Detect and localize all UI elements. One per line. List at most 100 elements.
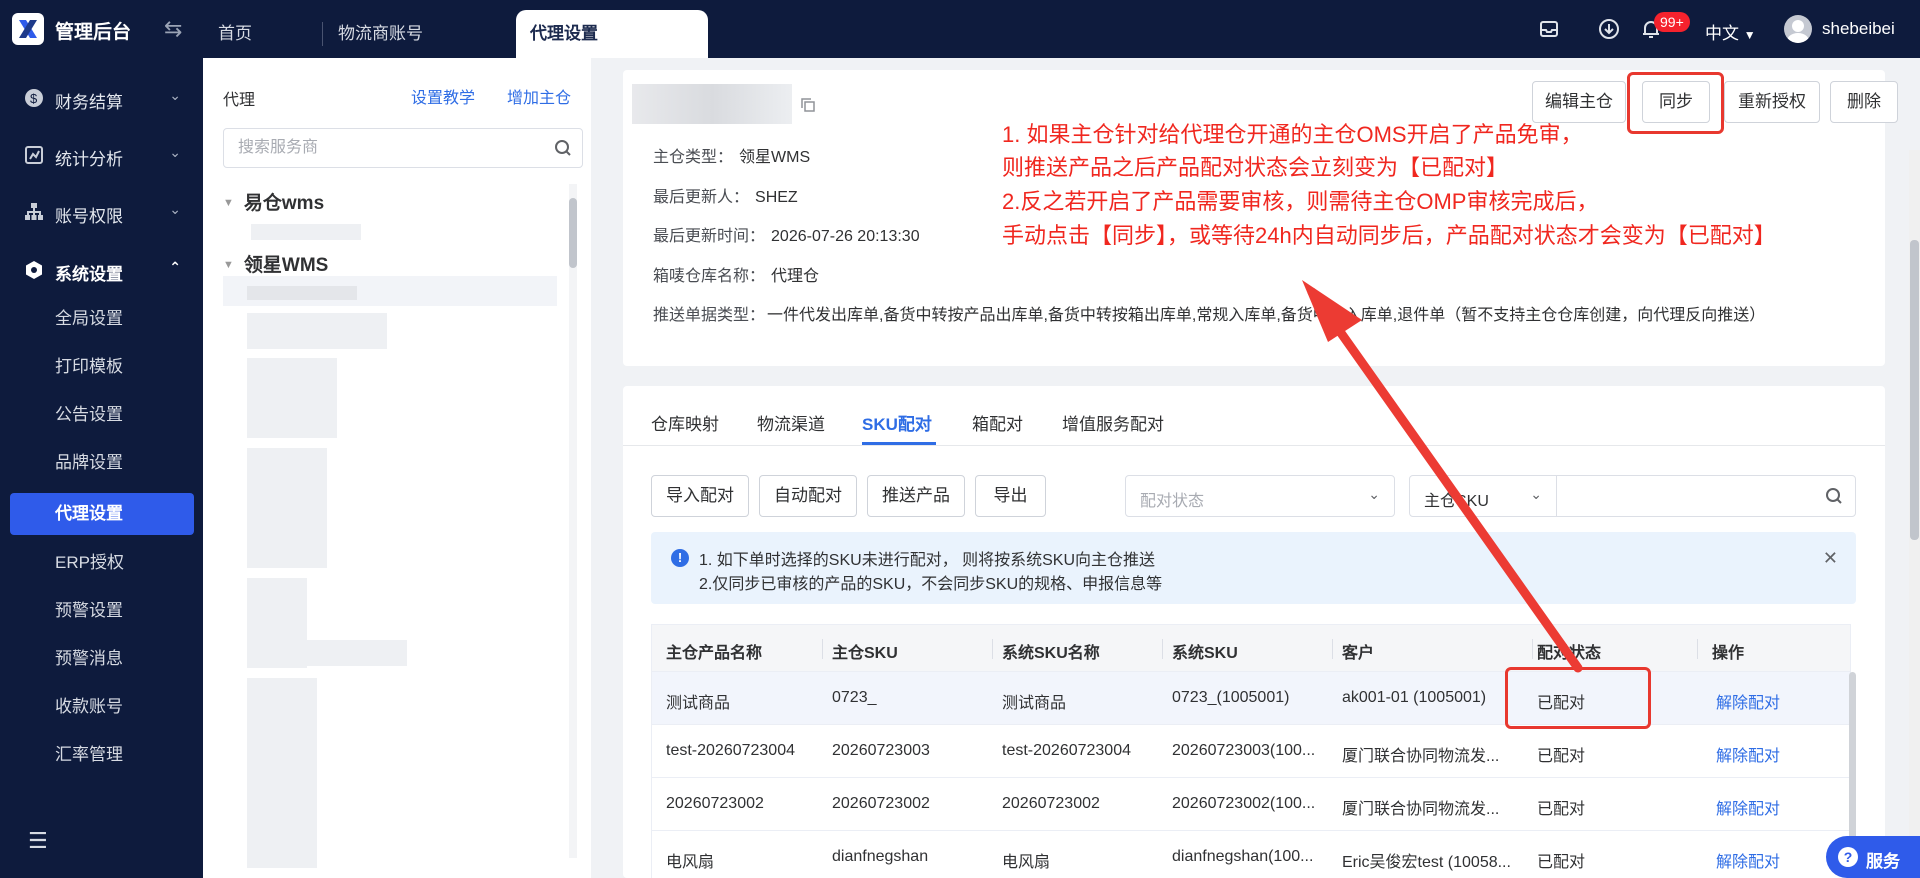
- sidebar-group-stats[interactable]: 统计分析 ⌄: [0, 135, 203, 175]
- menu-toggle-icon[interactable]: ☰: [28, 828, 48, 854]
- tab-warehouse-mapping[interactable]: 仓库映射: [651, 410, 719, 435]
- sidebar-item-alert-settings[interactable]: 预警设置: [10, 590, 194, 632]
- sidebar-item-agent[interactable]: 代理设置: [10, 493, 194, 535]
- tab-box-pairing[interactable]: 箱配对: [972, 410, 1023, 435]
- sidebar-item-global[interactable]: 全局设置: [10, 298, 194, 340]
- table-row[interactable]: 20260723002 20260723002 20260723002 2026…: [651, 778, 1851, 831]
- inbox-icon[interactable]: [1538, 18, 1560, 45]
- info-label: 推送单据类型：: [653, 307, 766, 324]
- sidebar-item-print-template[interactable]: 打印模板: [10, 346, 194, 388]
- sidebar-item-announcement[interactable]: 公告设置: [10, 394, 194, 436]
- cell-system-sku-name: 电风扇: [1002, 854, 1051, 871]
- svg-text:$: $: [30, 91, 38, 106]
- tab-divider: [623, 445, 1885, 446]
- table-header: 主仓产品名称 主仓SKU 系统SKU名称 系统SKU 客户 配对状态 操作: [651, 624, 1851, 672]
- tree-node-lingxing[interactable]: ▼ 领星WMS: [223, 250, 328, 277]
- service-label: 服务: [1866, 852, 1900, 871]
- reauthorize-button[interactable]: 重新授权: [1724, 81, 1820, 123]
- cell-product-name: test-20260723004: [666, 742, 795, 759]
- annotation-line-4: 手动点击【同步】，或等待24h内自动同步后，产品配对状态才会变为【已配对】: [1002, 223, 1776, 248]
- username[interactable]: shebeibei: [1822, 19, 1895, 39]
- cell-product-name: 电风扇: [666, 854, 715, 871]
- column-divider: [1697, 639, 1698, 659]
- export-button[interactable]: 导出: [975, 475, 1046, 517]
- dollar-icon: $: [24, 88, 44, 108]
- search-provider-input[interactable]: [224, 129, 524, 167]
- search-icon[interactable]: [554, 139, 572, 162]
- sidebar-item-alert-messages[interactable]: 预警消息: [10, 638, 194, 680]
- sidebar-item-brand[interactable]: 品牌设置: [10, 442, 194, 484]
- unpair-link[interactable]: 解除配对: [1716, 848, 1780, 872]
- cell-customer: ak001-01 (1005001): [1342, 689, 1487, 706]
- cell-product-name: 20260723002: [666, 795, 764, 812]
- sidebar-group-finance[interactable]: $ 财务结算 ⌄: [0, 78, 203, 118]
- question-icon: ?: [1838, 847, 1858, 867]
- sidebar-group-label: 账号权限: [55, 207, 123, 226]
- close-icon[interactable]: ✕: [1823, 548, 1838, 569]
- download-icon[interactable]: [1598, 18, 1620, 45]
- table-row[interactable]: test-20260723004 20260723003 test-202607…: [651, 725, 1851, 778]
- unpair-link[interactable]: 解除配对: [1716, 689, 1780, 713]
- search-icon[interactable]: [1825, 487, 1843, 510]
- sidebar-group-system[interactable]: 系统设置 ⌃: [0, 250, 203, 290]
- language-selector[interactable]: 中文 ▼: [1705, 19, 1756, 44]
- annotation-line-3: 2.反之若开启了产品需要审核，则需待主仓OMP审核完成后，: [1002, 189, 1599, 214]
- unpair-link[interactable]: 解除配对: [1716, 795, 1780, 819]
- add-main-warehouse-link[interactable]: 增加主仓: [507, 84, 571, 108]
- tab-home[interactable]: 首页: [218, 0, 252, 58]
- delete-button[interactable]: 删除: [1830, 81, 1898, 123]
- tab-logistics-channel[interactable]: 物流渠道: [757, 410, 825, 435]
- sku-search-input[interactable]: [1556, 475, 1856, 517]
- tab-sku-pairing[interactable]: SKU配对: [862, 410, 932, 435]
- notification-badge: 99+: [1654, 12, 1690, 32]
- logo-icon[interactable]: [12, 13, 44, 45]
- info-push-doc-types: 推送单据类型： 一件代发出库单,备货中转按产品出库单,备货中转按箱出库单,常规入库…: [653, 301, 1765, 325]
- info-label: 箱唛仓库名称：: [653, 268, 766, 285]
- sidebar-item-exchange-rate[interactable]: 汇率管理: [10, 734, 194, 776]
- main-scrollbar-thumb[interactable]: [1910, 240, 1919, 540]
- sidebar-item-erp[interactable]: ERP授权: [10, 542, 194, 584]
- cell-main-sku: 20260723002: [832, 795, 930, 812]
- swap-icon[interactable]: ⇆: [164, 16, 182, 42]
- search-provider-box: [223, 128, 583, 168]
- caret-down-icon: ▼: [1743, 28, 1756, 42]
- caret-down-icon: ▼: [223, 259, 234, 271]
- copy-icon[interactable]: [801, 98, 815, 117]
- org-icon: [24, 202, 44, 222]
- tutorial-link[interactable]: 设置教学: [411, 84, 475, 108]
- brand-title: 管理后台: [55, 22, 132, 43]
- cell-customer: 厦门联合协同物流发...: [1342, 801, 1500, 818]
- cell-main-sku: 20260723003: [832, 742, 930, 759]
- panel-scrollbar-thumb[interactable]: [569, 198, 577, 268]
- tab-agent-settings[interactable]: 代理设置: [516, 10, 708, 58]
- cell-main-sku: dianfnegshan: [832, 848, 929, 865]
- sync-highlight-box: [1627, 72, 1724, 134]
- table-row[interactable]: 电风扇 dianfnegshan 电风扇 dianfnegshan(100...…: [651, 831, 1851, 878]
- service-button[interactable]: ? 服务: [1826, 836, 1920, 878]
- cell-pairing-status: 已配对: [1537, 748, 1586, 765]
- push-product-button[interactable]: 推送产品: [867, 475, 965, 517]
- info-value: SHEZ: [755, 189, 798, 206]
- sidebar-group-permissions[interactable]: 账号权限 ⌄: [0, 192, 203, 232]
- alert-text-1: 1. 如下单时选择的SKU未进行配对， 则将按系统SKU向主仓推送: [699, 552, 1156, 569]
- redacted-item: [247, 678, 317, 868]
- cell-product-name: 测试商品: [666, 695, 731, 712]
- edit-main-warehouse-button[interactable]: 编辑主仓: [1532, 81, 1626, 123]
- tab-logistics-account[interactable]: 物流商账号: [338, 0, 423, 58]
- cell-system-sku-name: test-20260723004: [1002, 742, 1131, 759]
- cell-customer: 厦门联合协同物流发...: [1342, 748, 1500, 765]
- sidebar-group-label: 统计分析: [55, 150, 123, 169]
- sidebar: $ 财务结算 ⌄ 统计分析 ⌄ 账号权限 ⌄ 系统设置 ⌃ 全局设置 打印模板 …: [0, 58, 203, 878]
- column-header: 主仓SKU: [832, 645, 898, 662]
- avatar[interactable]: [1784, 15, 1812, 43]
- import-pairing-button[interactable]: 导入配对: [651, 475, 749, 517]
- tree-node-ecang[interactable]: ▼ 易仓wms: [223, 188, 324, 215]
- unpair-link[interactable]: 解除配对: [1716, 742, 1780, 766]
- sidebar-item-payment-account[interactable]: 收款账号: [10, 686, 194, 728]
- tab-value-added-pairing[interactable]: 增值服务配对: [1062, 410, 1164, 435]
- auto-pairing-button[interactable]: 自动配对: [759, 475, 857, 517]
- cell-system-sku-name: 20260723002: [1002, 795, 1100, 812]
- panel-scrollbar-track[interactable]: [569, 184, 577, 858]
- redacted-item: [247, 286, 357, 300]
- table-row[interactable]: 测试商品 0723_ 测试商品 0723_(1005001) ak001-01 …: [651, 672, 1851, 725]
